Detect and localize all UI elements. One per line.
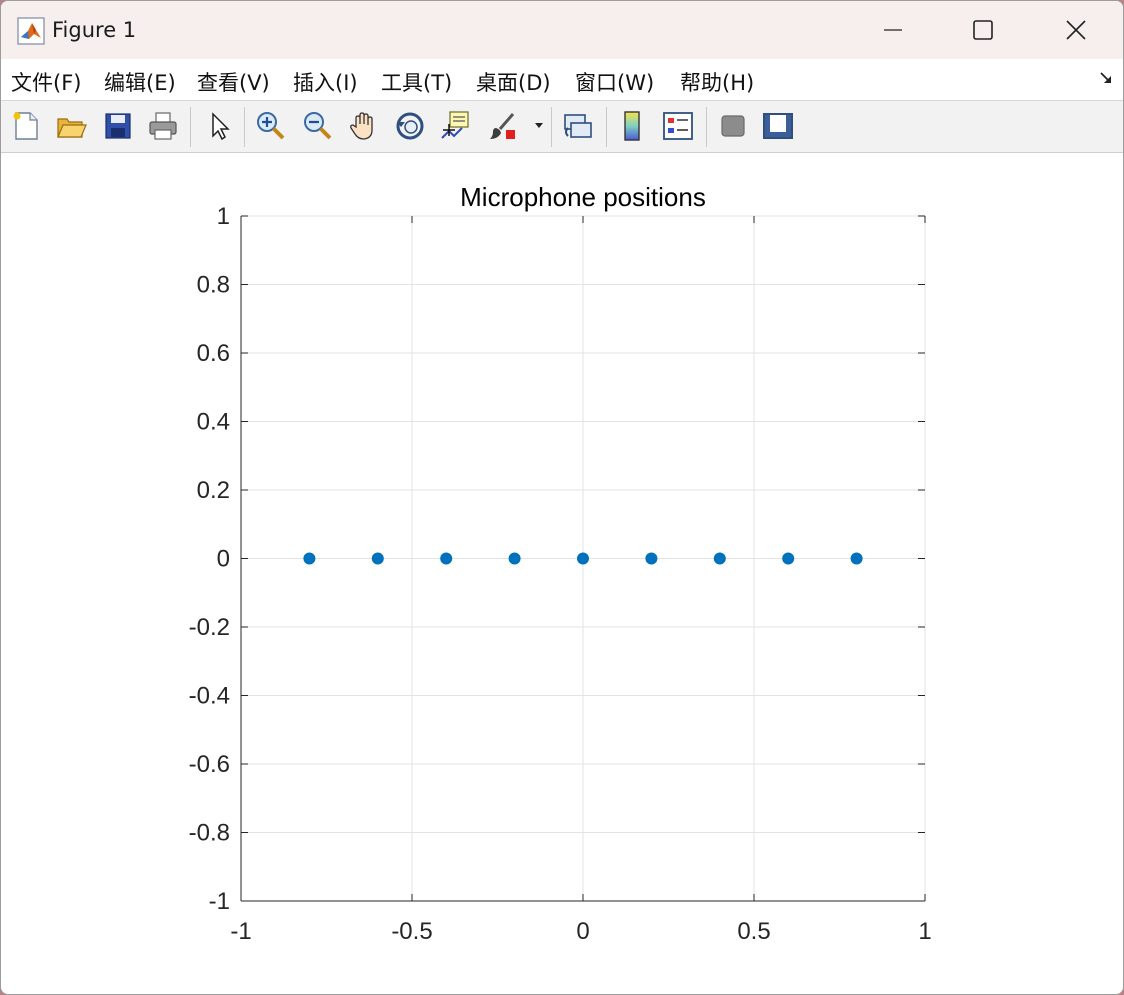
menu-window[interactable]: 窗口(W) <box>575 67 654 97</box>
toolbar-separator <box>551 107 552 147</box>
legend-icon[interactable] <box>662 110 694 142</box>
menu-edit[interactable]: 编辑(E) <box>104 67 176 97</box>
menu-tools[interactable]: 工具(T) <box>381 67 452 97</box>
data-point[interactable] <box>303 552 316 565</box>
data-point[interactable] <box>782 552 795 565</box>
y-tick-label: 0 <box>217 546 230 573</box>
new-figure-icon[interactable] <box>10 110 42 142</box>
toolbar-separator <box>190 107 191 147</box>
y-tick-label: -0.8 <box>189 820 230 847</box>
menu-bar: 文件(F) 编辑(E) 查看(V) 插入(I) 工具(T) 桌面(D) 窗口(W… <box>1 59 1123 101</box>
y-tick-label: 0.2 <box>197 477 230 504</box>
matlab-app-icon <box>17 17 45 45</box>
maximize-icon <box>973 20 993 40</box>
plot-area: -1 -0.5 0 0.5 1 1 0.8 0.6 0.4 0.2 0 -0.2 -0.4 -0.6 -0.… <box>1 153 1123 994</box>
toolbar-separator <box>244 107 245 147</box>
select-arrow-icon[interactable] <box>204 110 236 142</box>
zoom-in-icon[interactable] <box>254 110 286 142</box>
zoom-out-icon[interactable] <box>301 110 333 142</box>
rotate-3d-icon[interactable] <box>394 110 426 142</box>
menu-desktop[interactable]: 桌面(D) <box>476 67 551 97</box>
chart-title: Microphone positions <box>460 182 706 212</box>
brush-dropdown-icon[interactable] <box>534 122 544 130</box>
menu-insert[interactable]: 插入(I) <box>293 67 358 97</box>
save-icon[interactable] <box>102 110 134 142</box>
x-tick-label: -0.5 <box>391 918 432 945</box>
menu-file[interactable]: 文件(F) <box>11 67 81 97</box>
menu-help[interactable]: 帮助(H) <box>680 67 754 97</box>
y-tick-label: -0.6 <box>189 751 230 778</box>
data-point[interactable] <box>577 552 589 565</box>
title-bar[interactable]: Figure 1 <box>1 1 1123 59</box>
figure-toolbar <box>1 101 1123 153</box>
colorbar-icon[interactable] <box>617 110 649 142</box>
y-tick-label: -0.4 <box>189 683 230 710</box>
y-tick-label: 0.4 <box>197 409 230 436</box>
maximize-button[interactable] <box>960 9 1006 51</box>
data-point[interactable] <box>850 552 863 565</box>
data-point[interactable] <box>508 552 521 565</box>
show-plot-tools-icon[interactable] <box>762 110 794 142</box>
open-file-icon[interactable] <box>55 110 87 142</box>
data-point[interactable] <box>440 552 453 565</box>
window-title: Figure 1 <box>52 18 137 42</box>
x-tick-label: 1 <box>918 918 931 945</box>
data-point[interactable] <box>713 552 726 565</box>
link-plot-icon[interactable] <box>562 110 594 142</box>
figure-window: Figure 1 文件(F) 编辑(E) 查看(V) 插入(I) 工具(T) 桌… <box>0 0 1124 995</box>
brush-icon[interactable] <box>487 110 519 142</box>
x-tick-label: 0.5 <box>737 918 770 945</box>
print-icon[interactable] <box>147 110 179 142</box>
pan-hand-icon[interactable] <box>348 110 380 142</box>
data-point[interactable] <box>371 552 384 565</box>
y-tick-label: -1 <box>209 888 230 915</box>
dock-arrow-icon[interactable] <box>1099 71 1113 85</box>
minimize-button[interactable] <box>870 9 916 51</box>
toolbar-separator <box>706 107 707 147</box>
data-cursor-icon[interactable] <box>440 110 472 142</box>
scatter-chart[interactable]: -1 -0.5 0 0.5 1 1 0.8 0.6 0.4 0.2 0 -0.2 -0.4 -0.6 -0.… <box>1 153 1123 994</box>
y-tick-label: 0.6 <box>197 340 230 367</box>
data-point[interactable] <box>645 552 658 565</box>
hide-plot-tools-icon[interactable] <box>717 110 749 142</box>
close-button[interactable] <box>1053 9 1099 51</box>
y-tick-label: 1 <box>217 203 230 230</box>
x-tick-label: -1 <box>230 918 251 945</box>
y-tick-label: 0.8 <box>197 272 230 299</box>
menu-view[interactable]: 查看(V) <box>197 67 270 97</box>
close-icon <box>1066 20 1086 40</box>
toolbar-separator <box>606 107 607 147</box>
minimize-icon <box>884 29 902 31</box>
x-tick-label: 0 <box>576 918 589 945</box>
y-tick-label: -0.2 <box>189 614 230 641</box>
